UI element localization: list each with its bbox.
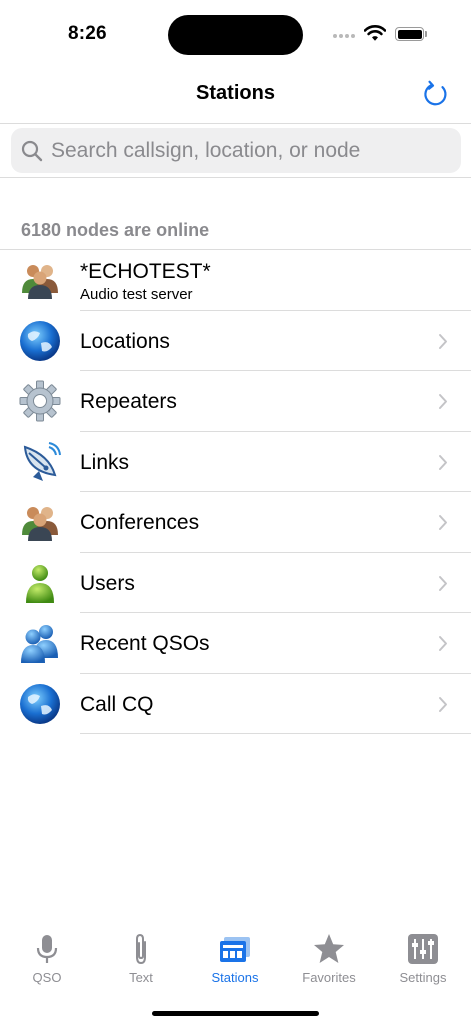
tab-text[interactable]: Text: [94, 932, 188, 996]
echotest-subtitle: Audio test server: [80, 286, 193, 303]
globe-icon: [20, 683, 60, 724]
page-title: Stations: [196, 82, 275, 104]
home-indicator: [152, 1011, 319, 1016]
list-item-label: Call CQ: [80, 692, 154, 716]
stations-list: *ECHOTEST* Audio test server Locations R…: [0, 249, 471, 734]
chevron-right-icon: [439, 333, 447, 349]
conference-people-icon: [22, 265, 58, 299]
sliders-icon: [408, 934, 438, 964]
chevron-right-icon: [439, 636, 447, 651]
stations-icon: [220, 937, 250, 962]
list-item-echotest[interactable]: *ECHOTEST* Audio test server: [0, 250, 471, 311]
dynamic-island: [168, 15, 303, 55]
tab-bar: QSO Text Stations Favorites Settings: [0, 924, 471, 1024]
refresh-icon[interactable]: [420, 78, 452, 110]
tab-qso[interactable]: QSO: [0, 932, 94, 996]
tab-label: Stations: [211, 970, 259, 985]
tab-stations[interactable]: Stations: [188, 932, 282, 996]
list-item-label: Locations: [80, 329, 170, 353]
status-bar: 8:26: [0, 0, 471, 66]
online-count-header: 6180 nodes are online: [21, 220, 210, 240]
status-time: 8:26: [68, 23, 107, 44]
cellular-signal-icon: [333, 34, 355, 38]
satellite-dish-icon: [23, 441, 61, 481]
user-icon: [26, 564, 54, 603]
wifi-icon: [364, 25, 386, 41]
search-field[interactable]: [11, 128, 461, 173]
chevron-right-icon: [439, 575, 447, 591]
microphone-icon: [36, 935, 58, 963]
list-item-conferences[interactable]: Conferences: [0, 492, 471, 553]
search-bar-container: [0, 124, 471, 178]
list-item-recent-qsos[interactable]: Recent QSOs: [0, 613, 471, 674]
users-icon: [21, 625, 58, 663]
tab-favorites[interactable]: Favorites: [282, 932, 376, 996]
search-icon: [21, 140, 43, 161]
search-input[interactable]: [51, 138, 441, 163]
tab-settings[interactable]: Settings: [376, 932, 470, 996]
tab-label: Text: [129, 970, 153, 985]
list-item-label: Conferences: [80, 511, 200, 534]
list-item-label: Users: [80, 571, 135, 595]
echotest-title: *ECHOTEST*: [80, 260, 211, 283]
star-icon: [314, 934, 344, 963]
navigation-bar: Stations: [0, 66, 471, 124]
gear-icon: [19, 380, 61, 422]
chevron-right-icon: [439, 696, 447, 712]
list-item-label: Repeaters: [80, 390, 177, 413]
globe-icon: [20, 320, 60, 361]
list-item-label: Recent QSOs: [80, 632, 210, 655]
list-item-label: Links: [80, 450, 130, 474]
paperclip-icon: [136, 933, 146, 965]
list-item-links[interactable]: Links: [0, 432, 471, 493]
battery-icon: [395, 27, 424, 41]
list-item-repeaters[interactable]: Repeaters: [0, 371, 471, 432]
chevron-right-icon: [439, 515, 447, 530]
list-item-locations[interactable]: Locations: [0, 311, 471, 372]
tab-label: QSO: [32, 970, 62, 985]
tab-label: Favorites: [302, 970, 356, 985]
chevron-right-icon: [439, 454, 447, 470]
list-item-call-cq[interactable]: Call CQ: [0, 674, 471, 735]
list-item-users[interactable]: Users: [0, 553, 471, 614]
conference-people-icon: [22, 507, 58, 541]
tab-label: Settings: [399, 970, 447, 985]
chevron-right-icon: [439, 394, 447, 409]
